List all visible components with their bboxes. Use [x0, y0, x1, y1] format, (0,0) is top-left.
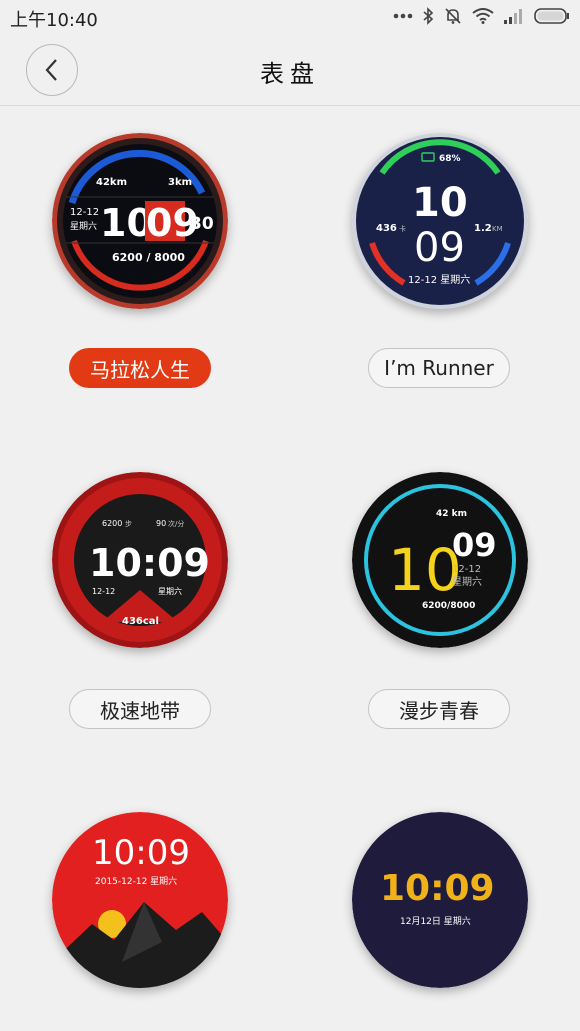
speed-calories: 436cal	[122, 616, 159, 627]
speed-heart-rate: 90	[156, 519, 166, 528]
runner-distance: 1.2	[474, 223, 492, 234]
page-title: 表盘	[260, 60, 320, 88]
battery-icon	[534, 8, 569, 24]
watch-face-marathon[interactable]: 42km 3km 12-12 星期六 10 09 30 6200 / 8000	[52, 133, 228, 309]
speed-heart-rate-unit: 次/分	[168, 519, 184, 528]
speed-steps-unit: 步	[125, 520, 132, 528]
bluetooth-icon	[423, 7, 434, 25]
signal-icon	[504, 9, 522, 24]
youth-minute: 09	[452, 526, 497, 564]
youth-steps: 6200/8000	[422, 601, 475, 611]
runner-distance-unit: KM	[492, 225, 503, 233]
watch-face-colorful[interactable]: 10:09 12月12日 星期六	[352, 812, 528, 988]
more-dots-icon	[393, 13, 413, 19]
marathon-distance-right: 3km	[168, 177, 192, 188]
marathon-weekday: 星期六	[70, 220, 97, 232]
watch-face-mountain[interactable]: 10:09 2015-12-12 星期六	[52, 812, 228, 988]
youth-distance: 42 km	[436, 509, 467, 519]
runner-battery: 68%	[439, 154, 461, 164]
runner-date: 12-12 星期六	[408, 274, 470, 286]
speed-steps: 6200	[102, 519, 122, 528]
marathon-steps: 6200 / 8000	[112, 251, 185, 264]
marathon-second: 30	[190, 214, 214, 234]
watch-face-youth-walk[interactable]: 42 km 10 09 12-12 星期六 6200/8000	[352, 472, 528, 648]
colorful-date: 12月12日 星期六	[400, 915, 471, 927]
runner-calories: 436	[376, 223, 397, 234]
youth-hour: 10	[388, 536, 462, 604]
colorful-time: 10:09	[380, 868, 495, 909]
mountain-date: 2015-12-12 星期六	[95, 875, 177, 887]
face-label-runner[interactable]: I’m Runner	[368, 348, 510, 388]
mute-icon	[445, 8, 461, 24]
speed-weekday: 星期六	[158, 586, 182, 596]
face-label-speed-zone[interactable]: 极速地带	[69, 689, 211, 729]
runner-minute: 09	[414, 225, 465, 271]
marathon-date: 12-12	[70, 207, 99, 218]
watch-face-speed-zone[interactable]: 6200 步 90 次/分 10:09 12-12 星期六 436cal	[52, 472, 228, 648]
status-icons	[393, 7, 570, 25]
speed-date: 12-12	[92, 587, 115, 596]
marathon-hour: 10	[100, 201, 153, 245]
face-label-marathon[interactable]: 马拉松人生	[69, 348, 211, 388]
header: 表盘	[0, 34, 580, 106]
runner-hour: 10	[412, 180, 468, 226]
wifi-icon	[472, 8, 494, 24]
mountain-time: 10:09	[92, 833, 190, 873]
status-time: 上午10:40	[10, 10, 98, 31]
face-label-youth-walk[interactable]: 漫步青春	[368, 689, 510, 729]
youth-weekday: 星期六	[452, 576, 482, 588]
youth-date: 12-12	[452, 564, 481, 575]
status-bar: 上午10:40	[0, 0, 580, 34]
speed-time: 10:09	[89, 541, 210, 585]
watch-face-runner[interactable]: 68% 10 09 436 卡 1.2 KM 12-12 星期六	[352, 133, 528, 309]
marathon-distance-left: 42km	[96, 177, 127, 188]
runner-calorie-unit: 卡	[399, 224, 406, 233]
